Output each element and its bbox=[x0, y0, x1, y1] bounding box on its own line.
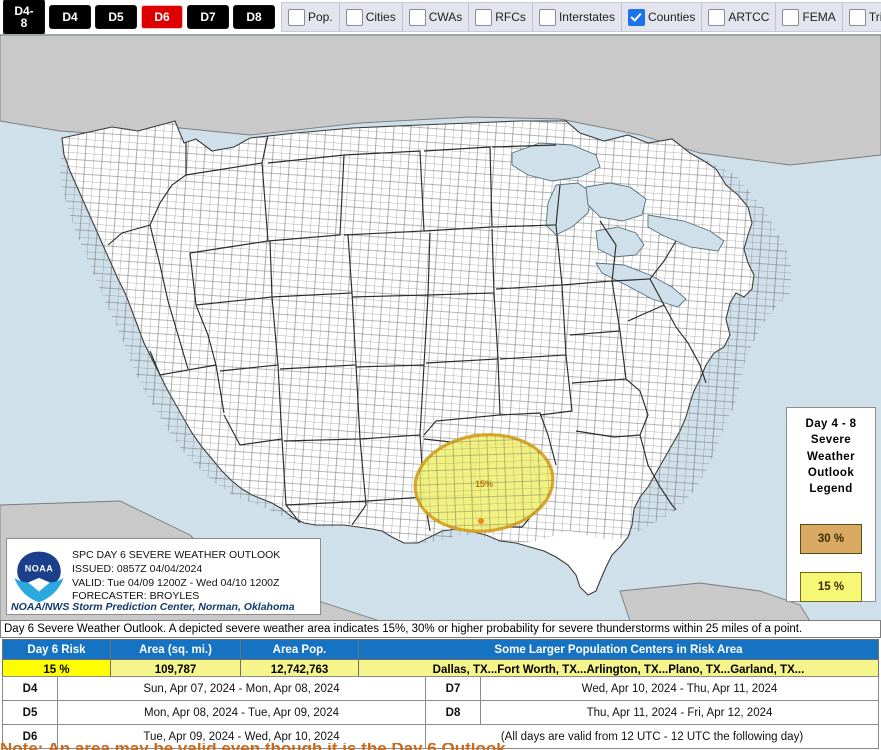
product-agency: NOAA/NWS Storm Prediction Center, Norman… bbox=[11, 601, 295, 613]
day-button-d6[interactable]: D6 bbox=[141, 5, 183, 29]
risk-header-area: Area (sq. mi.) bbox=[110, 639, 241, 660]
checkbox-icon-pop[interactable] bbox=[288, 8, 305, 26]
layer-checkbox-interstates[interactable]: Interstates bbox=[533, 3, 622, 31]
day-range-d4: Sun, Apr 07, 2024 - Mon, Apr 08, 2024 bbox=[57, 676, 426, 701]
layer-label-interstates: Interstates bbox=[558, 10, 615, 24]
checkbox-icon-cwas[interactable] bbox=[408, 8, 426, 26]
table-row: D5 Mon, Apr 08, 2024 - Tue, Apr 09, 2024… bbox=[2, 700, 879, 725]
day-button-d4[interactable]: D4 bbox=[49, 5, 91, 29]
layer-checkbox-pop[interactable]: Pop. bbox=[282, 3, 340, 31]
layer-label-artcc: ARTCC bbox=[728, 10, 770, 24]
layer-checkbox-fema[interactable]: FEMA bbox=[776, 3, 843, 31]
legend-title-line-3: Weather bbox=[807, 450, 855, 463]
day-range-d7: Wed, Apr 10, 2024 - Thu, Apr 11, 2024 bbox=[480, 676, 879, 701]
layer-checkbox-counties[interactable]: Counties bbox=[622, 3, 703, 31]
product-info-box: NOAA SPC DAY 6 SEVERE WEATHER OUTLOOK IS… bbox=[6, 538, 321, 615]
legend-title-line-5: Legend bbox=[809, 483, 853, 496]
layer-checkbox-rfcs[interactable]: RFCs bbox=[469, 3, 533, 31]
day-button-d8[interactable]: D8 bbox=[233, 5, 275, 29]
day-range-d5: Mon, Apr 08, 2024 - Tue, Apr 09, 2024 bbox=[57, 700, 426, 725]
legend-swatch-15: 15 % bbox=[800, 571, 862, 602]
risk-area-label: 15% bbox=[475, 479, 493, 489]
day-badge-d5: D5 bbox=[2, 700, 58, 725]
day-badge-d8: D8 bbox=[425, 700, 481, 725]
legend-title-line-1: Day 4 - 8 bbox=[805, 418, 857, 430]
checkbox-icon-counties[interactable] bbox=[627, 8, 645, 26]
map-graphic: 15% bbox=[0, 35, 881, 621]
day-range-d8: Thu, Apr 11, 2024 - Fri, Apr 12, 2024 bbox=[480, 700, 879, 725]
layer-checkbox-cwas[interactable]: CWAs bbox=[403, 3, 470, 31]
layer-label-pop: Pop. bbox=[308, 10, 333, 24]
checkbox-icon-artcc[interactable] bbox=[708, 8, 726, 26]
risk-summary-table: Day 6 Risk Area (sq. mi.) Area Pop. Some… bbox=[2, 639, 879, 680]
product-title: SPC DAY 6 SEVERE WEATHER OUTLOOK bbox=[72, 548, 281, 561]
legend-swatch-30: 30 % bbox=[800, 523, 862, 554]
outlook-legend: Day 4 - 8 Severe Weather Outlook Legend … bbox=[786, 407, 876, 602]
page-bottom-cutoff-text: Note: An area may be valid even though i… bbox=[0, 743, 881, 750]
day-button-d7[interactable]: D7 bbox=[187, 5, 229, 29]
legend-title-line-4: Outlook bbox=[807, 466, 855, 479]
svg-text:NOAA: NOAA bbox=[25, 563, 53, 573]
risk-header-risk: Day 6 Risk bbox=[2, 639, 111, 660]
layer-checkbox-tribal[interactable]: Tribal bbox=[843, 3, 881, 31]
layer-label-rfcs: RFCs bbox=[495, 10, 526, 24]
checkbox-icon-fema[interactable] bbox=[782, 8, 800, 26]
day-button-group: D4-8 D4 D5 D6 D7 D8 bbox=[0, 0, 275, 35]
top-toolbar: D4-8 D4 D5 D6 D7 D8 Pop. Cities CWAs RFC… bbox=[0, 0, 881, 35]
day-range-table: D4 Sun, Apr 07, 2024 - Mon, Apr 08, 2024… bbox=[2, 676, 879, 749]
day-badge-d4: D4 bbox=[2, 676, 58, 701]
day-button-d5[interactable]: D5 bbox=[95, 5, 137, 29]
table-row: D4 Sun, Apr 07, 2024 - Mon, Apr 08, 2024… bbox=[2, 676, 879, 701]
layer-label-cwas: CWAs bbox=[428, 10, 463, 24]
layer-checkbox-artcc[interactable]: ARTCC bbox=[702, 3, 777, 31]
checkbox-icon-tribal[interactable] bbox=[848, 8, 866, 26]
checkbox-icon-cities[interactable] bbox=[345, 8, 363, 26]
product-valid: VALID: Tue 04/09 1200Z - Wed 04/10 1200Z bbox=[72, 576, 280, 589]
risk-marker-dot bbox=[478, 518, 484, 524]
day-badge-d7: D7 bbox=[425, 676, 481, 701]
layer-label-fema: FEMA bbox=[802, 10, 836, 24]
risk-header-pop: Area Pop. bbox=[240, 639, 359, 660]
outlook-map[interactable]: 15% NOAA SPC DAY 6 SEVERE WEATHER OUTLOO… bbox=[0, 34, 881, 621]
layer-checkbox-group: Pop. Cities CWAs RFCs Interstates Counti… bbox=[281, 2, 881, 32]
outlook-caption: Day 6 Severe Weather Outlook. A depicted… bbox=[0, 620, 881, 638]
layer-label-tribal: Tribal bbox=[868, 10, 881, 24]
noaa-logo: NOAA bbox=[11, 549, 67, 604]
layer-label-counties: Counties bbox=[647, 10, 696, 24]
layer-checkbox-cities[interactable]: Cities bbox=[340, 3, 403, 31]
legend-title-line-2: Severe bbox=[810, 434, 852, 447]
day-button-d4-8[interactable]: D4-8 bbox=[3, 0, 45, 35]
layer-label-cities: Cities bbox=[365, 10, 396, 24]
risk-table-header-row: Day 6 Risk Area (sq. mi.) Area Pop. Some… bbox=[2, 639, 879, 660]
legend-title: Day 4 - 8 Severe Weather Outlook Legend bbox=[791, 416, 871, 498]
product-issued: ISSUED: 0857Z 04/04/2024 bbox=[72, 562, 203, 575]
cutoff-text: Note: An area may be valid even though i… bbox=[0, 743, 881, 750]
checkbox-icon-interstates[interactable] bbox=[538, 8, 556, 26]
risk-header-centers: Some Larger Population Centers in Risk A… bbox=[358, 639, 879, 660]
checkbox-icon-rfcs[interactable] bbox=[475, 8, 493, 26]
